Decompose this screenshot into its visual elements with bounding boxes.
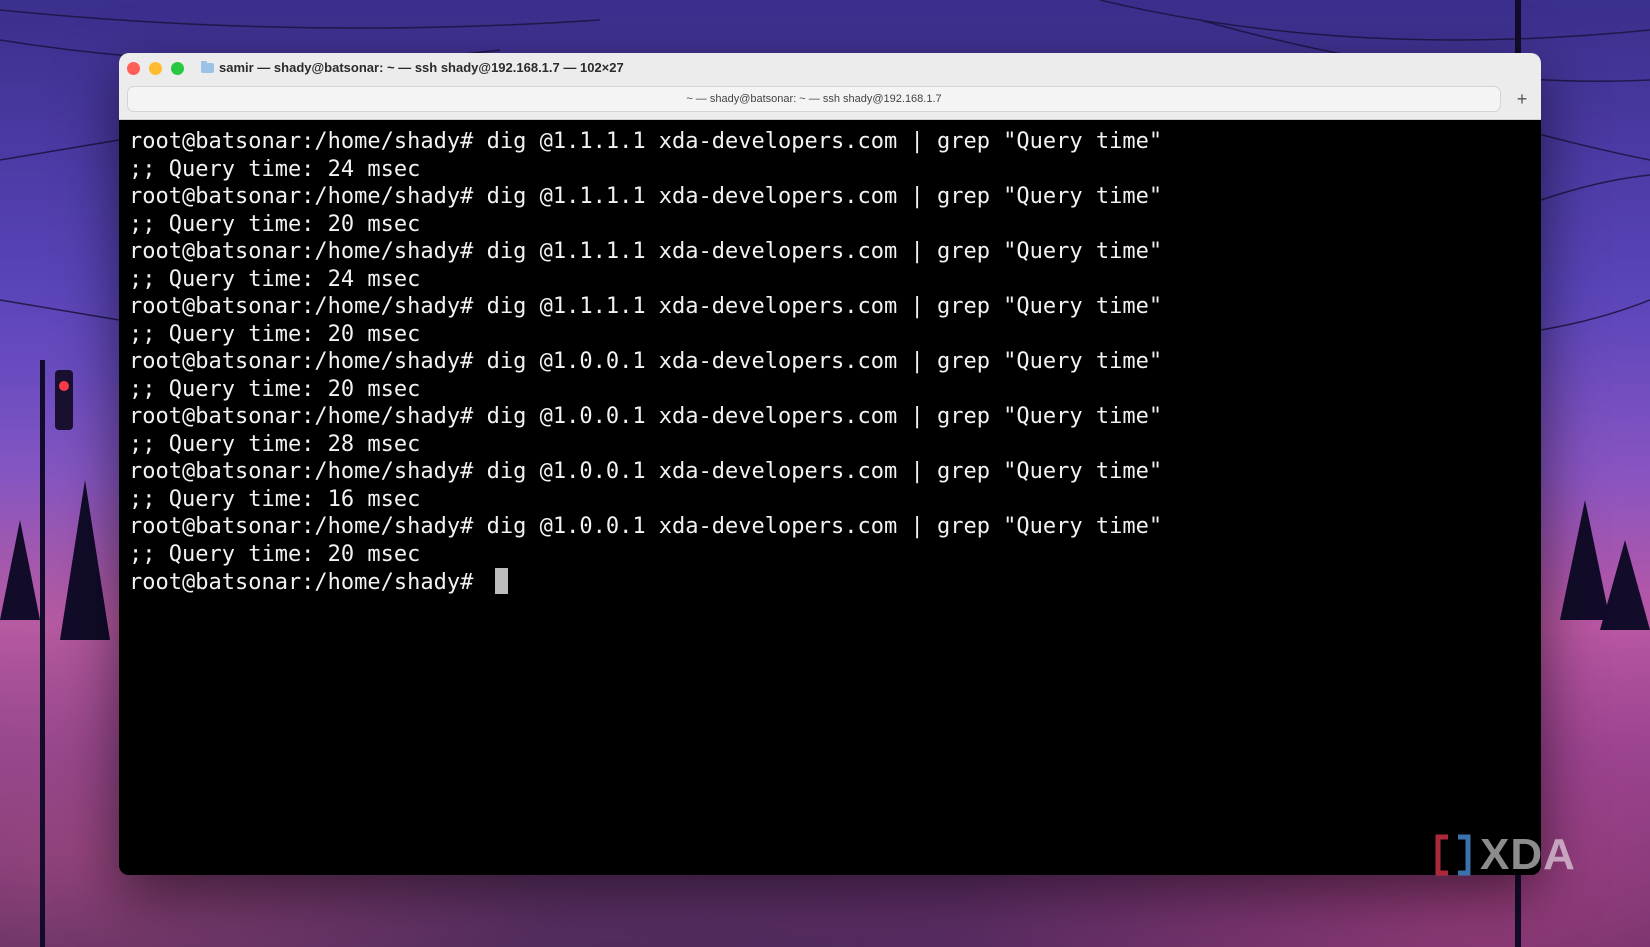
new-tab-button[interactable]: + xyxy=(1509,86,1535,112)
folder-icon xyxy=(201,61,214,73)
terminal-line: root@batsonar:/home/shady# dig @1.1.1.1 … xyxy=(129,239,1163,264)
terminal-prompt-line[interactable]: root@batsonar:/home/shady# xyxy=(129,568,1541,596)
plus-icon: + xyxy=(1516,88,1528,109)
terminal-line: ;; Query time: 20 msec xyxy=(129,211,421,237)
tab-ssh-session[interactable]: ~ — shady@batsonar: ~ — ssh shady@192.16… xyxy=(127,86,1501,112)
terminal-prompt: root@batsonar:/home/shady# xyxy=(129,570,487,595)
terminal-line: root@batsonar:/home/shady# dig @1.0.0.1 … xyxy=(129,349,1163,374)
tab-label: ~ — shady@batsonar: ~ — ssh shady@192.16… xyxy=(686,93,942,105)
xda-bracket-icon xyxy=(1435,834,1471,876)
terminal-window[interactable]: samir — shady@batsonar: ~ — ssh shady@19… xyxy=(119,53,1541,875)
terminal-line: root@batsonar:/home/shady# dig @1.0.0.1 … xyxy=(129,459,1163,484)
terminal-line: ;; Query time: 24 msec xyxy=(129,156,421,182)
terminal-line: ;; Query time: 20 msec xyxy=(129,541,421,567)
window-titlebar[interactable]: samir — shady@batsonar: ~ — ssh shady@19… xyxy=(119,53,1541,120)
xda-watermark: XDA xyxy=(1434,830,1576,880)
terminal-line: root@batsonar:/home/shady# dig @1.1.1.1 … xyxy=(129,129,1163,154)
terminal-line: ;; Query time: 24 msec xyxy=(129,266,421,292)
terminal-line: root@batsonar:/home/shady# dig @1.0.0.1 … xyxy=(129,514,1163,539)
minimize-button[interactable] xyxy=(149,62,162,75)
terminal-line: ;; Query time: 28 msec xyxy=(129,431,421,457)
terminal-line: root@batsonar:/home/shady# dig @1.0.0.1 … xyxy=(129,404,1163,429)
close-button[interactable] xyxy=(127,62,140,75)
terminal-line: root@batsonar:/home/shady# dig @1.1.1.1 … xyxy=(129,184,1163,209)
terminal-line: ;; Query time: 20 msec xyxy=(129,321,421,347)
text-cursor xyxy=(494,568,508,594)
terminal-line: ;; Query time: 16 msec xyxy=(129,486,421,512)
window-title: samir — shady@batsonar: ~ — ssh shady@19… xyxy=(219,60,624,75)
terminal-line: root@batsonar:/home/shady# dig @1.1.1.1 … xyxy=(129,294,1163,319)
xda-wordmark: XDA xyxy=(1480,830,1576,879)
terminal-output[interactable]: root@batsonar:/home/shady# dig @1.1.1.1 … xyxy=(119,120,1541,875)
terminal-line: ;; Query time: 20 msec xyxy=(129,376,421,402)
maximize-button[interactable] xyxy=(171,62,184,75)
